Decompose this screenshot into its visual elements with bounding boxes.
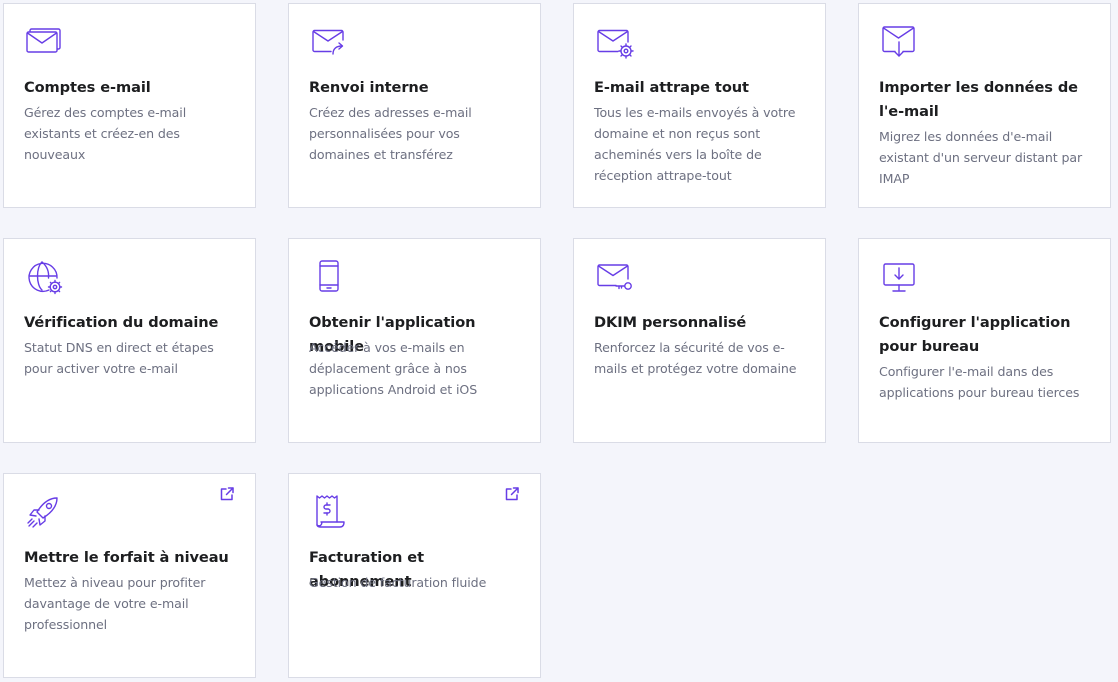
card-email-accounts[interactable]: Comptes e-mail Gérez des comptes e-mail … — [3, 3, 256, 208]
card-description: Gérez des comptes e-mail existants et cr… — [24, 105, 187, 162]
email-key-icon — [594, 257, 634, 297]
card-description: Configurer l'e-mail dans des application… — [879, 364, 1080, 400]
mobile-phone-icon — [309, 257, 349, 297]
card-billing-subscription[interactable]: Facturation et abonnement Gestion de fac… — [288, 473, 541, 678]
card-title: DKIM personnalisé — [594, 314, 747, 331]
card-title: Importer les données de l'e-mail — [879, 79, 1078, 120]
external-link-icon[interactable] — [504, 486, 520, 502]
card-import-email-data[interactable]: Importer les données de l'e-mail Migrez … — [858, 3, 1111, 208]
card-description: Tous les e-mails envoyés à votre domaine… — [594, 105, 796, 183]
globe-settings-icon — [24, 257, 64, 297]
card-description: Migrez les données d'e-mail existant d'u… — [879, 129, 1083, 186]
email-import-icon — [879, 22, 919, 62]
card-upgrade-plan[interactable]: Mettre le forfait à niveau Mettez à nive… — [3, 473, 256, 678]
card-desktop-app[interactable]: Configurer l'application pour bureau Con… — [858, 238, 1111, 443]
card-description: Renforcez la sécurité de vos e-mails et … — [594, 340, 797, 376]
card-custom-dkim[interactable]: DKIM personnalisé Renforcez la sécurité … — [573, 238, 826, 443]
card-catch-all[interactable]: E-mail attrape tout Tous les e-mails env… — [573, 3, 826, 208]
rocket-icon — [24, 492, 64, 532]
receipt-dollar-icon — [309, 492, 349, 532]
desktop-download-icon — [879, 257, 919, 297]
card-title: Vérification du domaine — [24, 314, 219, 331]
card-title: Mettre le forfait à niveau — [24, 549, 229, 566]
card-description: Mettez à niveau pour profiter davantage … — [24, 575, 206, 632]
card-title: E-mail attrape tout — [594, 79, 749, 96]
card-description: Accéder à vos e-mails en déplacement grâ… — [309, 340, 478, 397]
card-description: Gestion de facturation fluide — [309, 575, 487, 590]
card-title: Configurer l'application pour bureau — [879, 314, 1071, 355]
card-domain-verification[interactable]: Vérification du domaine Statut DNS en di… — [3, 238, 256, 443]
card-title: Renvoi interne — [309, 79, 429, 96]
email-forward-icon — [309, 22, 349, 62]
card-mobile-app[interactable]: Obtenir l'application mobile Accéder à v… — [288, 238, 541, 443]
external-link-icon[interactable] — [219, 486, 235, 502]
card-description: Statut DNS en direct et étapes pour acti… — [24, 340, 214, 376]
card-title: Comptes e-mail — [24, 79, 151, 96]
card-internal-forward[interactable]: Renvoi interne Créez des adresses e-mail… — [288, 3, 541, 208]
card-description: Créez des adresses e-mail personnalisées… — [309, 105, 472, 162]
email-accounts-icon — [24, 22, 64, 62]
email-settings-icon — [594, 22, 634, 62]
